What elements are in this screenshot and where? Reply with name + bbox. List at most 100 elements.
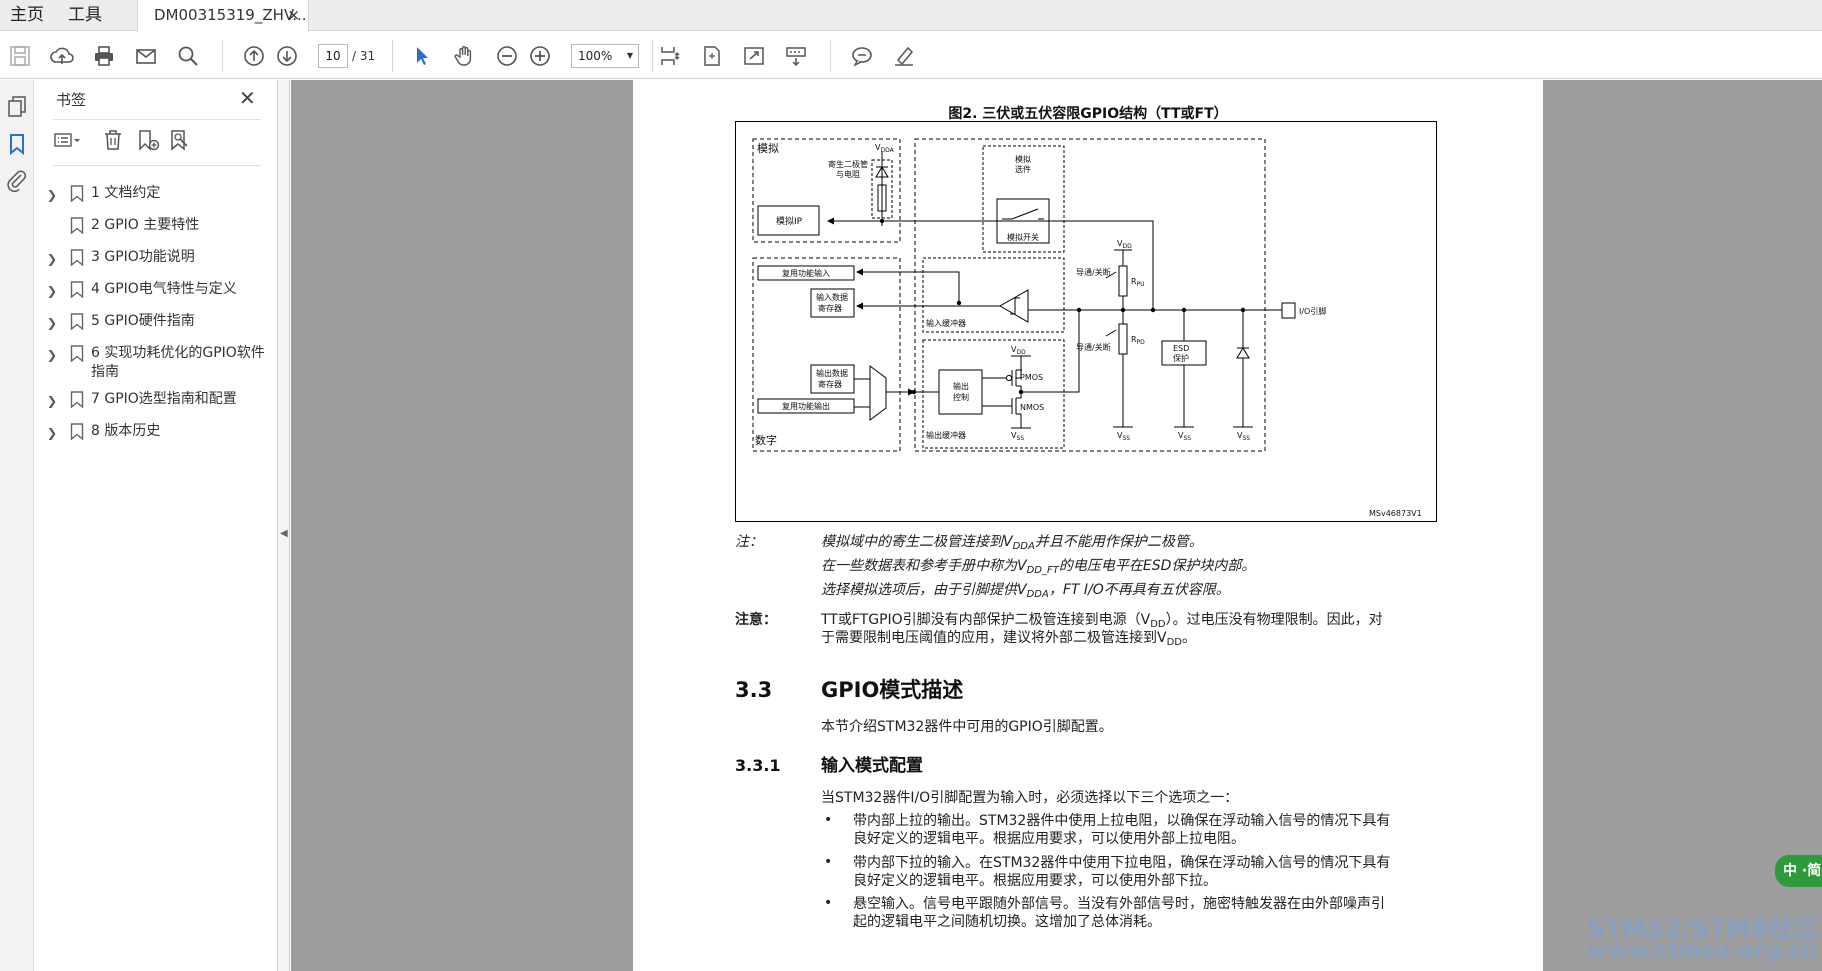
chevron-right-icon[interactable]: ❯ [47,186,59,205]
caution-2-post: 。 [1181,630,1196,646]
highlight-pen-icon[interactable] [890,42,918,70]
panel-divider [53,119,261,120]
toolbar-divider [392,40,393,72]
toolbar-divider [830,40,831,72]
analog-switch-label: 模拟开关 [1007,232,1039,242]
save-icon[interactable] [6,42,34,70]
upload-cloud-icon[interactable] [48,42,76,70]
page-number-input[interactable]: 10 [318,44,348,68]
bullet-1-line-2: 良好定义的逻辑电平。根据应用要求，可以使用外部上拉电阻。 [853,831,1245,847]
page-down-icon[interactable] [273,42,301,70]
in-data-reg-label-2: 寄存器 [818,303,842,313]
chevron-right-icon[interactable]: ❯ [47,314,59,333]
read-mode-icon[interactable] [782,42,810,70]
bookmark-options-icon[interactable] [53,128,81,156]
in-buffer-label: 输入缓冲器 [926,318,966,328]
bookmark-toolbar [53,128,263,160]
note-1-sub: DDA [1012,541,1035,552]
hand-tool-icon[interactable] [450,42,478,70]
watermark-url: www.stmcu.org.cn [1587,938,1818,963]
vdda-sub: DDA [880,147,894,154]
menu-home[interactable]: 主页 [10,0,44,31]
bookmark-label: 7 GPIO选型指南和配置 [91,391,237,407]
bookmarks-panel-title: 书签 [56,91,87,109]
caution-2-pre: 于需要限制电压阈值的应用，建议将外部二极管连接到V [821,630,1167,646]
new-bookmark-icon[interactable] [136,128,164,156]
close-tab-icon[interactable]: × [287,0,300,30]
select-arrow-icon[interactable] [408,42,436,70]
full-screen-icon[interactable] [740,42,768,70]
bullet-3-line-1: 悬空输入。信号电平跟随外部信号。当没有外部信号时，施密特触发器在由外部噪声引 [853,896,1385,912]
bookmark-label: 1 文档约定 [91,185,161,201]
find-bookmark-icon[interactable] [168,128,196,156]
io-domain-box [914,138,1266,452]
bookmark-panel-icon[interactable] [5,132,29,156]
chevron-right-icon[interactable]: ❯ [47,424,59,443]
chevron-right-icon[interactable]: ❯ [47,282,59,301]
document-viewport[interactable]: 图2. 三伏或五伏容限GPIO结构（TT或FT） 模拟 寄生二极管 与电阻 VD… [291,80,1822,971]
bookmark-icon [70,281,84,298]
bookmark-label: 8 版本历史 [91,423,161,439]
rpu-sub: PU [1137,281,1145,288]
bookmark-label: 2 GPIO 主要特性 [91,217,200,233]
fit-page-icon[interactable] [698,42,726,70]
pdf-page: 图2. 三伏或五伏容限GPIO结构（TT或FT） 模拟 寄生二极管 与电阻 VD… [633,80,1543,971]
bullet-item: 带内部上拉的输出。STM32器件中使用上拉电阻，以确保在浮动输入信号的情况下具有… [853,812,1443,848]
svg-text:VSS: VSS [1117,431,1130,442]
out-ctrl-label: 输出 [953,381,969,391]
translate-widget[interactable]: 中 ·简 [1775,855,1822,887]
parasitic-label-2: 与电阻 [836,169,860,179]
delete-bookmark-icon[interactable] [101,128,129,156]
caution-1-pre: TT或FTGPIO引脚没有内部保护二极管连接到电源（V [821,612,1151,628]
document-tab-title: DM00315319_ZHV... [154,6,307,24]
page-up-icon[interactable] [240,42,268,70]
svg-text:VDD: VDD [1011,345,1026,356]
zoom-value: 100% [578,49,613,63]
panel-collapse-handle[interactable]: ◀ [278,80,290,971]
zoom-in-icon[interactable] [526,42,554,70]
page-total: / 31 [352,49,376,63]
chevron-right-icon[interactable]: ❯ [47,346,59,365]
close-panel-icon[interactable]: ✕ [239,88,256,108]
out-data-reg-label: 输出数据 [816,368,848,378]
bullet-icon: • [824,812,833,828]
comment-icon[interactable] [848,42,876,70]
note-line-3: 选择模拟选项后，由于引脚提供VDDA，FT I/O不再具有五伏容限。 [821,581,1230,604]
in-data-reg-label: 输入数据 [816,292,848,302]
io-pin-label: I/O引脚 [1299,306,1326,316]
bookmark-icon [70,391,84,408]
document-tab[interactable]: DM00315319_ZHV... × [137,0,309,32]
gpio-diagram: 模拟 寄生二极管 与电阻 VDDA 模拟IP 模拟 选件 模拟开关 复用功能输入… [752,138,1422,518]
scroll-mode-icon[interactable] [656,42,684,70]
print-icon[interactable] [90,42,118,70]
chevron-down-icon: ▼ [626,51,633,60]
parasitic-label: 寄生二极管 [828,159,868,169]
mail-icon[interactable] [132,42,160,70]
bullet-2-line-1: 带内部下拉的输入。在STM32器件中使用下拉电阻，确保在浮动输入信号的情况下具有 [853,855,1391,871]
bullet-2-line-2: 良好定义的逻辑电平。根据应用要求，可以使用外部下拉。 [853,873,1217,889]
note-2-pre: 在一些数据表和参考手册中称为V [821,558,1027,574]
chevron-left-icon: ◀ [280,528,288,539]
search-icon[interactable] [174,42,202,70]
zoom-out-icon[interactable] [493,42,521,70]
attachment-icon[interactable] [5,168,29,192]
figure-ref: MSv46873V1 [1369,509,1422,518]
panel-divider [53,165,261,166]
vss-sub-4: SS [1242,435,1250,442]
section-3-3-title: GPIO模式描述 [821,678,964,702]
alt-in-label: 复用功能输入 [782,268,830,278]
caution-line-2: 于需要限制电压阈值的应用，建议将外部二极管连接到VDD。 [821,629,1441,652]
page-thumbnails-icon[interactable] [5,94,29,118]
bullet-1-line-1: 带内部上拉的输出。STM32器件中使用上拉电阻，以确保在浮动输入信号的情况下具有 [853,813,1391,829]
vdd-sub-1: DD [1122,243,1132,250]
menu-tools[interactable]: 工具 [68,0,102,31]
bookmarks-panel: 书签 ✕ ❯ 1 文档约定 2 GPIO 主要特性 ❯ 3 GPIO功能说明 ❯ 4 GPI… [35,80,278,971]
bookmark-icon [70,217,84,234]
section-3-3-1-intro: 当STM32器件I/O引脚配置为输入时，必须选择以下三个选项之一： [821,790,1239,806]
vss-sub-3: SS [1183,435,1191,442]
svg-text:VDD: VDD [1117,239,1132,250]
chevron-right-icon[interactable]: ❯ [47,250,59,269]
chevron-right-icon[interactable]: ❯ [47,392,59,411]
zoom-select[interactable]: 100% ▼ [571,44,639,68]
section-3-3-number: 3.3 [735,678,773,702]
